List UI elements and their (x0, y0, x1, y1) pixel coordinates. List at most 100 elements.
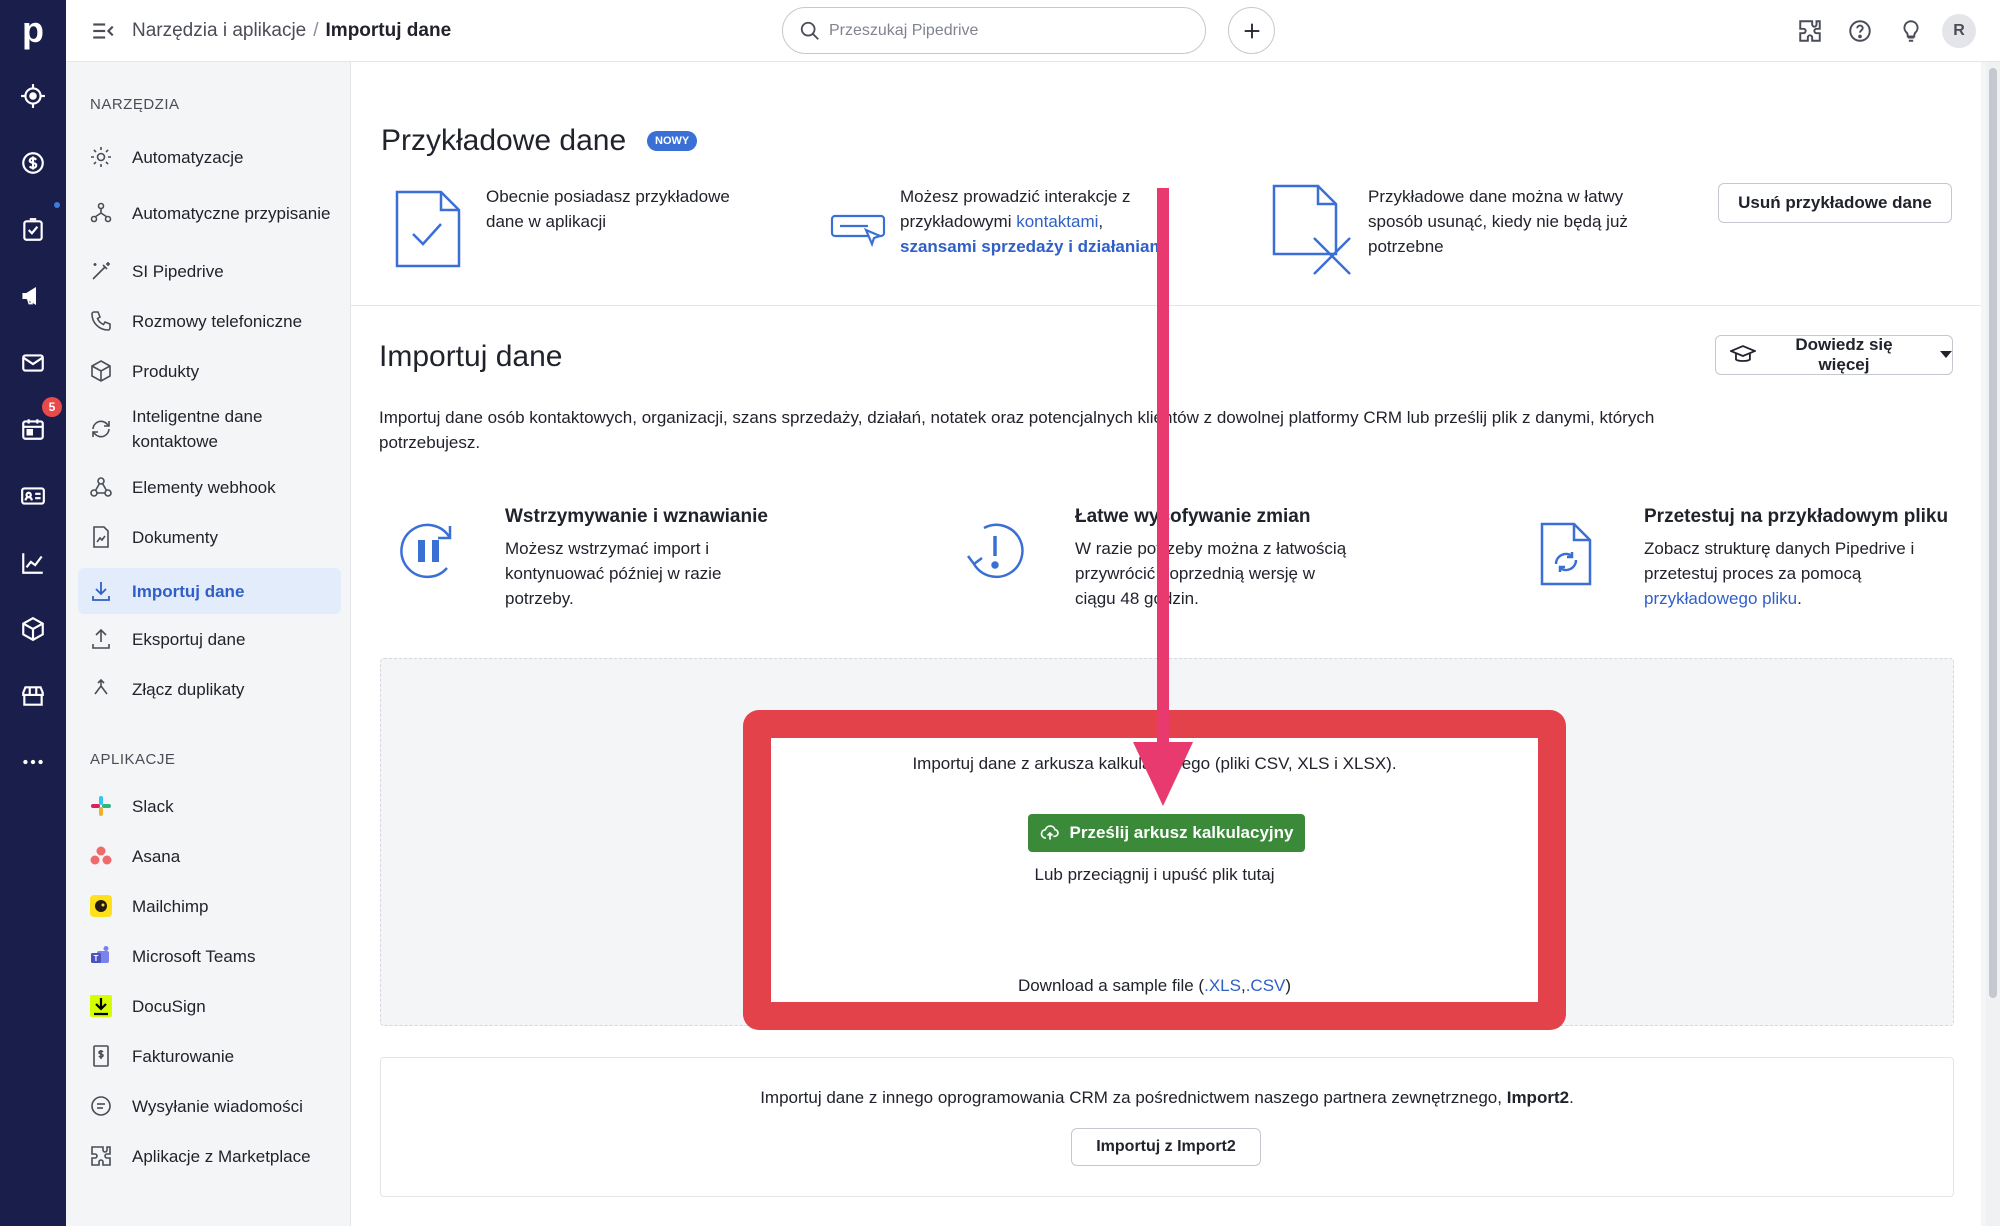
contacts-icon[interactable] (13, 476, 53, 516)
import-title: Importuj dane (379, 340, 563, 373)
avatar[interactable]: R (1942, 14, 1976, 48)
annotation-arrow-shaft (1157, 188, 1169, 768)
sidebar-item-label: Automatyczne przypisanie (132, 203, 331, 223)
breadcrumb-parent[interactable]: Narzędzia i aplikacje (132, 20, 306, 41)
annotation-arrow-head (1133, 742, 1193, 806)
feature-text-sample: Zobacz strukturę danych Pipedrive i prze… (1644, 539, 1915, 608)
slack-icon (88, 793, 114, 819)
scrollbar-thumb[interactable] (1989, 68, 1997, 998)
csv-link[interactable]: .CSV (1246, 976, 1286, 995)
tasks-icon[interactable] (13, 210, 53, 250)
sidebar-item-calls[interactable]: Rozmowy telefoniczne (78, 302, 341, 340)
learn-more-label: Dowiedz się więcej (1795, 335, 1893, 374)
sidebar-item-ai[interactable]: SI Pipedrive (78, 252, 341, 290)
sidebar-item-auto-assignment[interactable]: Automatyczne przypisanie (78, 186, 341, 240)
sample-file-link[interactable]: przykładowego pliku (1644, 589, 1797, 608)
sample-data-title: Przykładowe dane (381, 124, 627, 157)
mail-icon[interactable] (13, 343, 53, 383)
cursor-screen-icon (830, 214, 886, 248)
target-icon[interactable] (13, 76, 53, 116)
search-box[interactable] (782, 7, 1206, 54)
import-description: Importuj dane osób kontaktowych, organiz… (379, 408, 1655, 452)
activities-badge: 5 (42, 397, 62, 417)
sidebar-item-documents[interactable]: Dokumenty (78, 518, 341, 556)
menu-collapse-icon[interactable] (90, 18, 116, 44)
sample-download-suffix: ) (1285, 976, 1292, 995)
campaigns-icon[interactable] (13, 276, 53, 316)
drag-drop-text: Lub przeciągnij i upuść plik tutaj (1034, 865, 1275, 884)
sidebar-item-label: Elementy webhook (132, 477, 276, 497)
deals-activities-link[interactable]: szansami sprzedaży i działaniami (900, 237, 1169, 256)
marketplace-icon[interactable] (13, 676, 53, 716)
mailchimp-icon (88, 893, 114, 919)
sidebar-item-label: DocuSign (132, 996, 206, 1016)
products-icon[interactable] (13, 609, 53, 649)
xls-link[interactable]: .XLS (1204, 976, 1241, 995)
learn-more-dropdown[interactable]: Dowiedz się więcej (1715, 335, 1953, 375)
sidebar-item-label: Wysyłanie wiadomości (132, 1096, 303, 1116)
tools-section-title: NARZĘDZIA (90, 96, 180, 113)
docusign-icon (88, 993, 114, 1019)
pipedrive-logo[interactable]: p (13, 10, 53, 50)
refresh-icon (88, 416, 114, 442)
sidebar-item-export[interactable]: Eksportuj dane (78, 620, 341, 658)
search-icon (800, 21, 819, 40)
deals-icon[interactable] (13, 143, 53, 183)
import2-button[interactable]: Importuj z Import2 (1071, 1128, 1261, 1166)
sidebar-item-docusign[interactable]: DocuSign (78, 987, 341, 1025)
add-button[interactable] (1228, 7, 1275, 54)
sidebar-item-slack[interactable]: Slack (78, 787, 341, 825)
pause-resume-icon (400, 523, 452, 579)
webhook-icon (88, 474, 114, 500)
topbar: Narzędzia i aplikacje / Importuj dane R (66, 0, 2000, 62)
sidebar-item-label: Mailchimp (132, 896, 209, 916)
sidebar-item-label: SI Pipedrive (132, 261, 224, 281)
sidebar-item-label: Asana (132, 846, 181, 866)
sample-info-1: Obecnie posiadasz przykładowe dane w apl… (486, 187, 730, 231)
sidebar-item-label: Importuj dane (132, 581, 245, 601)
svg-text:T: T (94, 954, 99, 963)
chevron-down-icon (1940, 351, 1953, 358)
sidebar-item-invoicing[interactable]: Fakturowanie (78, 1037, 341, 1075)
help-icon[interactable] (1845, 16, 1875, 46)
sidebar-item-label: Dokumenty (132, 527, 218, 547)
sample-info-2: Możesz prowadzić interakcje z przykładow… (900, 187, 1170, 256)
upload-button-label: Prześlij arkusz kalkulacyjny (1069, 823, 1294, 842)
magic-wand-icon (88, 258, 114, 284)
document-check-icon (395, 190, 461, 268)
box-icon (88, 358, 114, 384)
contacts-link[interactable]: kontaktami (1016, 212, 1098, 231)
extensions-icon[interactable] (1795, 16, 1825, 46)
sidebar-item-teams[interactable]: T Microsoft Teams (78, 937, 341, 975)
sidebar-item-webhooks[interactable]: Elementy webhook (78, 468, 341, 506)
document-icon (88, 524, 114, 550)
search-input[interactable] (829, 16, 1189, 46)
sidebar-item-messaging[interactable]: Wysyłanie wiadomości (78, 1087, 341, 1125)
puzzle-icon (88, 1143, 114, 1169)
remove-sample-data-button[interactable]: Usuń przykładowe dane (1718, 183, 1952, 223)
sidebar-item-import[interactable]: Importuj dane (78, 568, 341, 614)
lightbulb-icon[interactable] (1896, 16, 1926, 46)
sidebar-item-automations[interactable]: Automatyzacje (78, 138, 341, 176)
sidebar-item-asana[interactable]: Asana (78, 837, 341, 875)
notification-dot (54, 202, 60, 208)
more-icon[interactable] (13, 742, 53, 782)
sidebar-item-marketplace[interactable]: Aplikacje z Marketplace (78, 1137, 341, 1175)
sidebar-item-products[interactable]: Produkty (78, 352, 341, 390)
download-icon (88, 578, 114, 604)
sample-download-text: Download a sample file (.XLS,.CSV) (771, 976, 1538, 996)
assignment-icon (88, 200, 114, 226)
left-rail: p 5 (0, 0, 66, 1226)
document-remove-icon (1272, 184, 1351, 275)
upload-spreadsheet-button[interactable]: Prześlij arkusz kalkulacyjny (1028, 814, 1305, 852)
sidebar-item-label: Produkty (132, 361, 200, 381)
sidebar-item-smart-contact[interactable]: Inteligentne dane kontaktowe (78, 402, 341, 456)
sidebar-item-mailchimp[interactable]: Mailchimp (78, 887, 341, 925)
breadcrumb-current: Importuj dane (325, 20, 452, 41)
import2-text: Importuj dane z innego oprogramowania CR… (760, 1088, 1574, 1107)
sidebar-item-merge[interactable]: Złącz duplikaty (78, 670, 341, 708)
insights-icon[interactable] (13, 543, 53, 583)
sidebar-item-label: Rozmowy telefoniczne (132, 311, 303, 331)
upload-icon (88, 626, 114, 652)
sidebar: NARZĘDZIA Automatyzacje Automatyczne prz… (66, 62, 351, 1226)
